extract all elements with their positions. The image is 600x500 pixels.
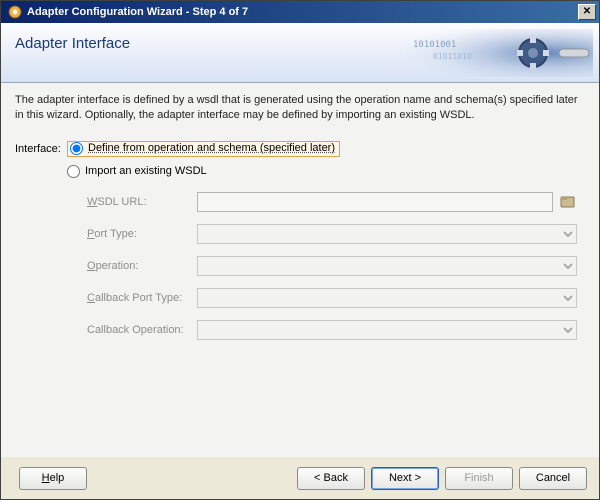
callback-port-type-select (197, 288, 577, 308)
close-icon: ✕ (583, 7, 591, 17)
header-graphic: 10101001 01011010 (373, 29, 593, 77)
finish-button: Finish (445, 467, 513, 490)
operation-label: Operation: (87, 260, 197, 272)
back-button[interactable]: < Back (297, 467, 365, 490)
callback-operation-label: Callback Operation: (87, 324, 197, 336)
wizard-window: Adapter Configuration Wizard - Step 4 of… (0, 0, 600, 500)
wsdl-url-label: WSDL URL: (87, 196, 197, 208)
description-text: The adapter interface is defined by a ws… (15, 93, 585, 123)
wizard-content: The adapter interface is defined by a ws… (1, 83, 599, 457)
callback-port-type-label: Callback Port Type: (87, 292, 197, 304)
radio-define-from-operation[interactable] (70, 142, 83, 155)
interface-label: Interface: (15, 141, 67, 155)
port-type-label: Port Type: (87, 228, 197, 240)
radio-define-label: Define from operation and schema (specif… (88, 142, 335, 154)
svg-text:10101001: 10101001 (413, 40, 456, 50)
port-type-select (197, 224, 577, 244)
svg-text:01011010: 01011010 (433, 52, 472, 61)
interface-radio-group: Define from operation and schema (specif… (67, 141, 585, 186)
titlebar: Adapter Configuration Wizard - Step 4 of… (1, 1, 599, 23)
wizard-footer: Help < Back Next > Finish Cancel (1, 457, 599, 499)
operation-select (197, 256, 577, 276)
callback-operation-select (197, 320, 577, 340)
wsdl-form: WSDL URL: Port Type: Operation: Callback… (87, 192, 577, 340)
close-button[interactable]: ✕ (578, 4, 596, 20)
radio-import-wsdl[interactable] (67, 165, 80, 178)
browse-wsdl-icon (559, 193, 577, 211)
wizard-header: Adapter Interface 10101001 01011010 (1, 23, 599, 83)
wsdl-url-input (197, 192, 553, 212)
app-icon (7, 4, 23, 20)
help-button[interactable]: Help (19, 467, 87, 490)
window-title: Adapter Configuration Wizard - Step 4 of… (27, 6, 578, 18)
radio-import-label: Import an existing WSDL (85, 165, 207, 177)
next-button[interactable]: Next > (371, 467, 439, 490)
cancel-button[interactable]: Cancel (519, 467, 587, 490)
